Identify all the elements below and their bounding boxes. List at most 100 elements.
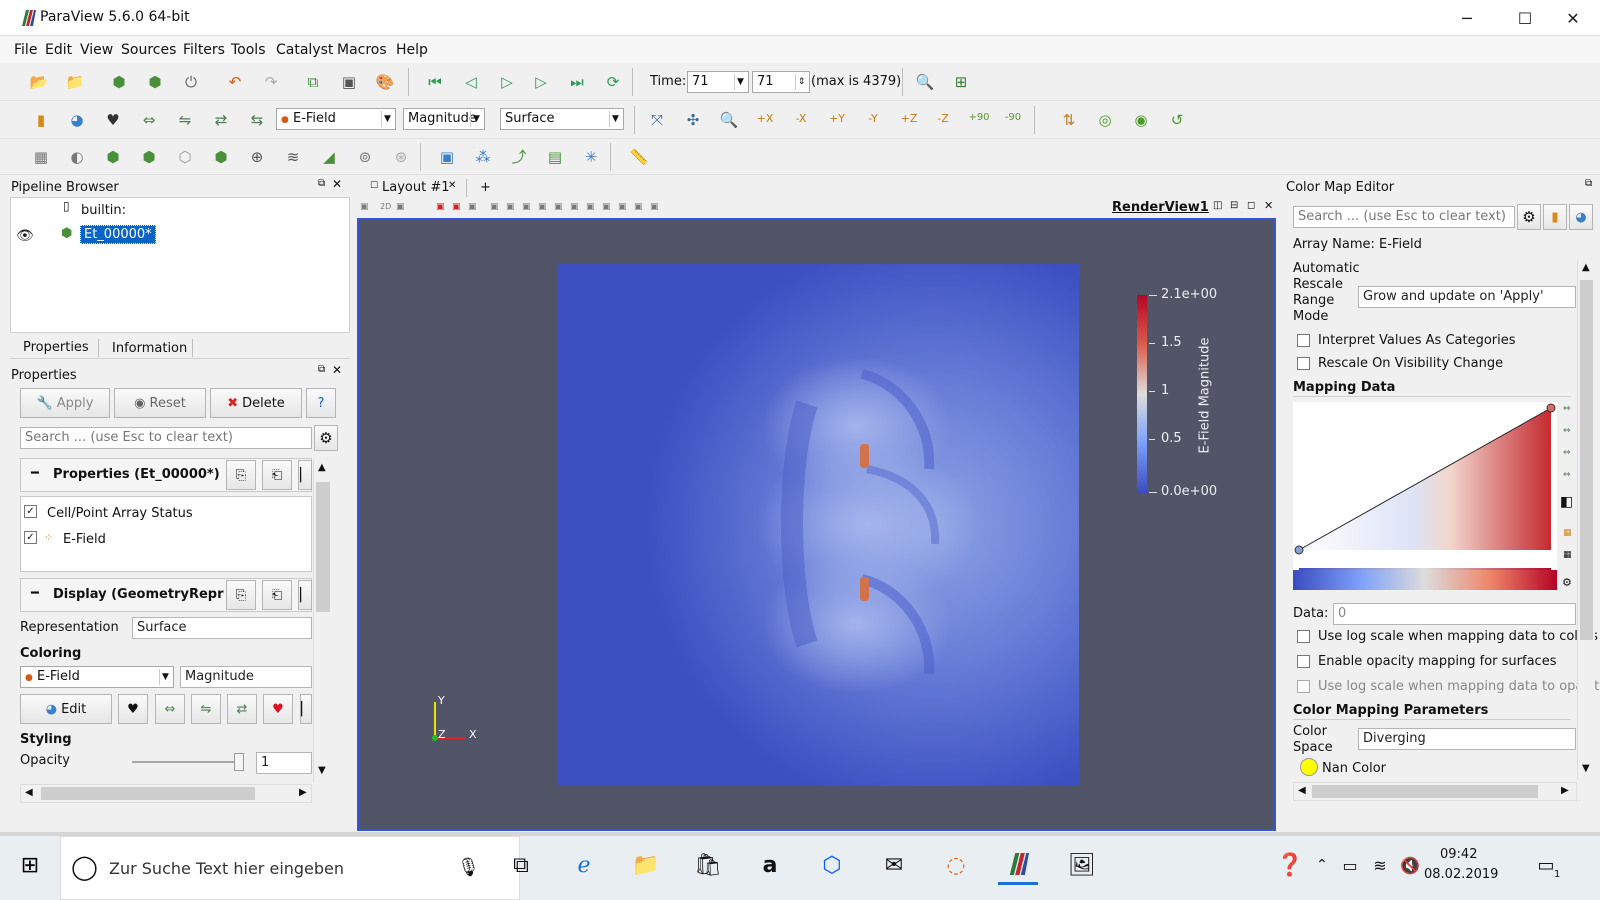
rescale-range-icon[interactable]: ⇔ [155,694,185,724]
tab-information[interactable]: Information [112,341,187,356]
glyph-icon[interactable]: ⊕ [246,146,268,168]
opacity-slider[interactable] [132,753,244,771]
color-space-field[interactable]: Diverging [1358,728,1576,750]
rotate-minus-90-icon[interactable]: -90 [1002,107,1024,129]
capture-icon[interactable]: ▣ [360,202,369,212]
dropbox-icon[interactable]: ⬡ [812,845,852,885]
checkbox-array-status[interactable]: ✓ [24,505,37,518]
pipeline-item-builtin[interactable]: builtin: [81,203,126,218]
slice-icon[interactable]: ⬢ [138,146,160,168]
scroll-left-icon[interactable]: ◀ [25,787,33,798]
view-minus-z-icon[interactable]: -Z [932,107,954,129]
choose-preset-icon[interactable]: ♥ [118,694,148,724]
float-icon[interactable]: ⧉ [318,178,325,189]
open-file-icon[interactable]: 📂 [28,71,50,93]
reset-session-icon[interactable]: ▣ [338,71,360,93]
slider-handle[interactable] [234,753,244,771]
zoom-to-data-icon[interactable]: ✣ [682,109,704,131]
reset-center-icon[interactable]: ◎ [1094,109,1116,131]
select-polygon-icon[interactable]: ▣ [618,202,627,212]
save-preset-icon[interactable]: ▦ [1563,550,1572,560]
choose-preset-icon[interactable]: ♥ [102,109,124,131]
rotate-plus-90-icon[interactable]: +90 [968,107,990,129]
next-frame-icon[interactable]: ▷ [530,71,552,93]
edit-legend-icon[interactable]: ◕ [1569,204,1593,230]
edit-colormap-button[interactable]: ◕ Edit [20,694,112,724]
pipeline-item-et[interactable]: Et_00000* [80,225,156,244]
play-icon[interactable]: ▷ [496,71,518,93]
representation-field[interactable]: Surface [132,617,312,639]
help-button[interactable]: ? [306,388,336,418]
menu-catalyst[interactable]: Catalyst [276,42,333,58]
calculator-icon[interactable]: ▦ [30,146,52,168]
scroll-right-icon[interactable]: ▶ [1561,785,1569,796]
group-datasets-icon[interactable]: ⊚ [354,146,376,168]
disconnect-icon[interactable]: ⏻ [180,71,202,93]
close-icon[interactable]: ✕ [332,177,342,191]
more-icon[interactable]: ▏ [298,580,312,610]
view-plus-x-icon[interactable]: +X [754,107,776,129]
warp-icon[interactable]: ◢ [318,146,340,168]
select-surface-cells-icon[interactable]: ▣ [436,202,445,212]
select-frustum-icon[interactable]: ▣ [468,202,477,212]
reset-camera-icon[interactable]: ⤧ [646,109,668,131]
rescale-visible-icon[interactable]: ⇆ [246,109,268,131]
rescale-custom-icon[interactable]: ⇋ [174,109,196,131]
rescale-data-icon[interactable]: ⇔ [1563,448,1571,458]
last-frame-icon[interactable]: ⏭ [566,71,588,93]
properties-hscrollbar[interactable]: ◀ ▶ [20,784,312,803]
coloring-component-field[interactable]: Magnitude [180,666,312,688]
palette-icon[interactable]: 🎨 [374,71,396,93]
rescale-temporal-icon[interactable]: ⇄ [227,694,257,724]
select-block-icon[interactable]: ▣ [490,202,499,212]
edge-browser-icon[interactable]: ℯ [564,845,604,885]
delete-selection-icon[interactable]: ▣ [650,202,659,212]
gear-icon[interactable]: ⚙ [314,425,338,451]
file-explorer-icon[interactable]: 📁 [626,845,666,885]
opacity-transfer-function[interactable] [1293,402,1557,578]
render-view[interactable]: 2.1e+00 1.5 1 0.5 0.0e+00 E-Field Magnit… [357,218,1276,831]
scroll-down-icon[interactable]: ▼ [1582,763,1590,774]
opacity-value-field[interactable]: 1 [256,752,312,774]
more-icon[interactable]: ▏ [298,460,312,490]
view-minus-y-icon[interactable]: -Y [862,107,884,129]
nan-color-swatch[interactable] [1300,758,1318,776]
scroll-left-icon[interactable]: ◀ [1298,785,1306,796]
color-legend-icon[interactable]: ▮ [1543,204,1567,230]
redo-icon[interactable]: ↷ [260,71,282,93]
hscrollbar-thumb[interactable] [41,787,255,800]
gear-icon[interactable]: ⚙ [1562,576,1572,589]
time-index-spinbox[interactable]: 71 ⇕ [752,71,810,93]
color-legend-icon[interactable]: ▮ [30,109,52,131]
first-frame-icon[interactable]: ⏮ [424,71,446,93]
apply-button[interactable]: 🔧 Apply [20,388,110,418]
probe-icon[interactable]: ✳ [580,146,602,168]
menu-filters[interactable]: Filters [183,42,225,58]
zoom-to-box-icon[interactable]: 🔍 [718,109,740,131]
select-surface-points-icon[interactable]: ▣ [452,202,461,212]
rescale-custom-icon[interactable]: ⇋ [191,694,221,724]
reset-button[interactable]: ◉ Reset [114,388,206,418]
view-plus-y-icon[interactable]: +Y [826,107,848,129]
task-view-icon[interactable]: ⧉ [501,845,541,885]
view-minus-x-icon[interactable]: -X [790,107,812,129]
photos-icon[interactable]: 🖼 [1062,845,1102,885]
float-icon[interactable]: ⧉ [1585,178,1592,189]
close-tab-icon[interactable]: ✕ [448,180,456,191]
checkbox-efield[interactable]: ✓ [24,531,37,544]
scrollbar-thumb[interactable] [316,482,330,612]
sync-app-icon[interactable]: ◌ [936,845,976,885]
cme-search-input[interactable]: Search ... (use Esc to clear text) [1293,206,1515,228]
load-state-icon[interactable]: ⬢ [108,71,130,93]
add-layout-button[interactable]: + [480,180,491,195]
eye-visibility-icon[interactable]: 👁 [16,228,34,244]
grow-selection-icon[interactable]: ▣ [554,202,563,212]
extract-level-icon[interactable]: ⊛ [390,146,412,168]
invert-icon[interactable]: ◧ [1560,494,1573,510]
hover-cells-icon[interactable]: ▣ [538,202,547,212]
shrink-selection-icon[interactable]: ▣ [570,202,579,212]
threshold-icon[interactable]: ⬡ [174,146,196,168]
tab-properties[interactable]: Properties [23,340,89,355]
rescale-temporal-icon[interactable]: ⇄ [210,109,232,131]
store-icon[interactable]: 🛍 [688,845,728,885]
